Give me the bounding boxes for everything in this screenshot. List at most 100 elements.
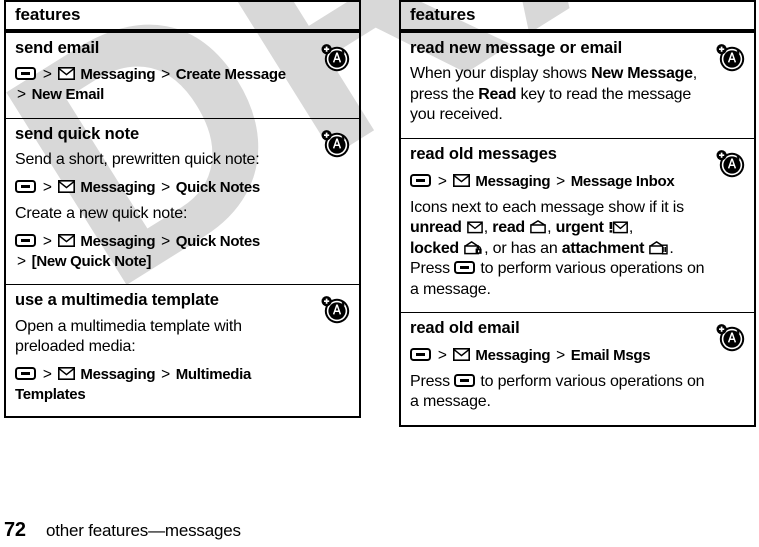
menu-key-icon — [454, 373, 476, 387]
menu-key-icon — [15, 366, 36, 380]
path-segment: Messaging — [475, 346, 551, 364]
paragraph-text: Icons next to each message show if it is — [410, 198, 684, 216]
envelope-icon — [452, 173, 470, 187]
antenna-a-icon — [713, 147, 747, 179]
envelope-closed-icon — [466, 220, 483, 234]
menu-path: > Messaging > Message Inbox — [410, 172, 706, 192]
left-body-table: send email > Messaging > Create Message … — [4, 32, 361, 419]
status-label-urgent: urgent — [555, 219, 604, 237]
manual-page: features send email > Messaging > Create… — [0, 0, 759, 547]
envelope-urgent-icon — [609, 220, 628, 234]
path-segment: Create Message — [175, 66, 286, 84]
table-row: read old email > Messaging > Email Msgs … — [401, 313, 754, 425]
left-table-header: features — [15, 5, 81, 24]
antenna-a-icon — [713, 41, 747, 73]
paragraph-text: When your display shows — [410, 65, 592, 83]
menu-key-icon — [15, 179, 36, 193]
path-separator: > — [161, 232, 170, 250]
path-segment: Messaging — [80, 232, 156, 250]
footer-title: other features—messages — [46, 521, 241, 540]
path-segment: Messaging — [475, 172, 551, 190]
path-segment: Email Msgs — [570, 346, 651, 364]
envelope-icon — [57, 233, 75, 247]
path-separator: > — [161, 365, 170, 383]
display-label: New Message — [591, 65, 693, 83]
row-title: use a multimedia template — [15, 290, 219, 309]
status-label-read: read — [492, 219, 525, 237]
menu-key-icon — [15, 67, 36, 81]
path-separator: > — [437, 172, 447, 190]
path-separator: > — [42, 66, 52, 84]
row-title: send email — [15, 38, 100, 57]
menu-key-icon — [454, 261, 476, 275]
envelope-attachment-icon — [649, 240, 669, 255]
paragraph-text: , or has an — [484, 239, 562, 257]
table-row: send email > Messaging > Create Message … — [6, 33, 359, 119]
path-separator: > — [17, 86, 26, 104]
path-segment: Message Inbox — [570, 172, 675, 190]
path-segment: Messaging — [80, 365, 156, 383]
menu-key-icon — [15, 233, 36, 247]
row-paragraph: Press to perform various operations on a… — [410, 372, 706, 413]
table-row: read old messages > Messaging > Message … — [401, 139, 754, 314]
path-separator: > — [556, 172, 565, 190]
row-title: read old messages — [410, 144, 557, 163]
menu-path: > Messaging > Email Msgs — [410, 346, 706, 366]
path-separator: > — [17, 252, 26, 270]
path-separator: > — [42, 178, 52, 196]
left-header-table: features — [4, 0, 361, 29]
right-header-table: features — [399, 0, 756, 29]
path-segment: New Email — [31, 86, 105, 104]
paragraph-text: Press — [410, 260, 455, 278]
row-paragraph: Open a multimedia template with preloade… — [15, 317, 242, 356]
antenna-a-icon — [318, 127, 352, 159]
left-column: features send email > Messaging > Create… — [4, 0, 361, 419]
table-row: use a multimedia template Open a multime… — [6, 285, 359, 416]
row-paragraph: When your display shows New Message, pre… — [410, 64, 706, 125]
path-separator: > — [437, 346, 447, 364]
path-segment: [New Quick Note] — [31, 252, 152, 270]
path-segment: Quick Notes — [175, 178, 261, 196]
right-column: features read new message or email When … — [399, 0, 756, 427]
row-title: read old email — [410, 319, 520, 338]
status-label-attachment: attachment — [561, 239, 645, 257]
envelope-locked-icon — [464, 240, 483, 255]
right-body-table: read new message or email When your disp… — [399, 32, 756, 427]
table-row: send quick note Send a short, prewritten… — [6, 119, 359, 285]
row-paragraph: Send a short, prewritten quick note: — [15, 151, 260, 169]
read-key-label: Read — [478, 85, 517, 103]
antenna-a-icon — [318, 41, 352, 73]
path-segment: Messaging — [80, 178, 156, 196]
menu-path: > Messaging > Create Message > New Email — [15, 65, 311, 105]
envelope-icon — [452, 347, 470, 361]
menu-key-icon — [410, 173, 431, 187]
menu-path: > Messaging > Multimedia Templates — [15, 365, 311, 405]
page-number: 72 — [4, 519, 26, 541]
antenna-a-icon — [318, 293, 352, 325]
menu-path: > Messaging > Quick Notes > [New Quick N… — [15, 232, 311, 272]
path-separator: > — [42, 365, 52, 383]
path-separator: > — [556, 346, 565, 364]
antenna-a-icon — [713, 321, 747, 353]
status-label-unread: unread — [410, 219, 462, 237]
row-title: send quick note — [15, 124, 140, 143]
path-separator: > — [42, 232, 52, 250]
paragraph-text: , — [628, 219, 634, 237]
paragraph-text: , — [547, 219, 556, 237]
message-icons-paragraph: Icons next to each message show if it is… — [410, 198, 706, 300]
menu-path: > Messaging > Quick Notes — [15, 178, 311, 198]
path-segment: Quick Notes — [175, 232, 261, 250]
row-paragraph: Create a new quick note: — [15, 205, 188, 223]
envelope-icon — [57, 67, 75, 81]
envelope-icon — [57, 179, 75, 193]
table-row: read new message or email When your disp… — [401, 33, 754, 139]
menu-key-icon — [410, 347, 431, 361]
path-separator: > — [161, 66, 170, 84]
right-table-header: features — [410, 5, 476, 24]
envelope-icon — [57, 366, 75, 380]
page-footer: 72 other features—messages — [4, 519, 704, 542]
paragraph-text: Press — [410, 372, 455, 390]
path-separator: > — [161, 178, 170, 196]
status-label-locked: locked — [410, 239, 459, 257]
envelope-open-icon — [530, 220, 547, 234]
